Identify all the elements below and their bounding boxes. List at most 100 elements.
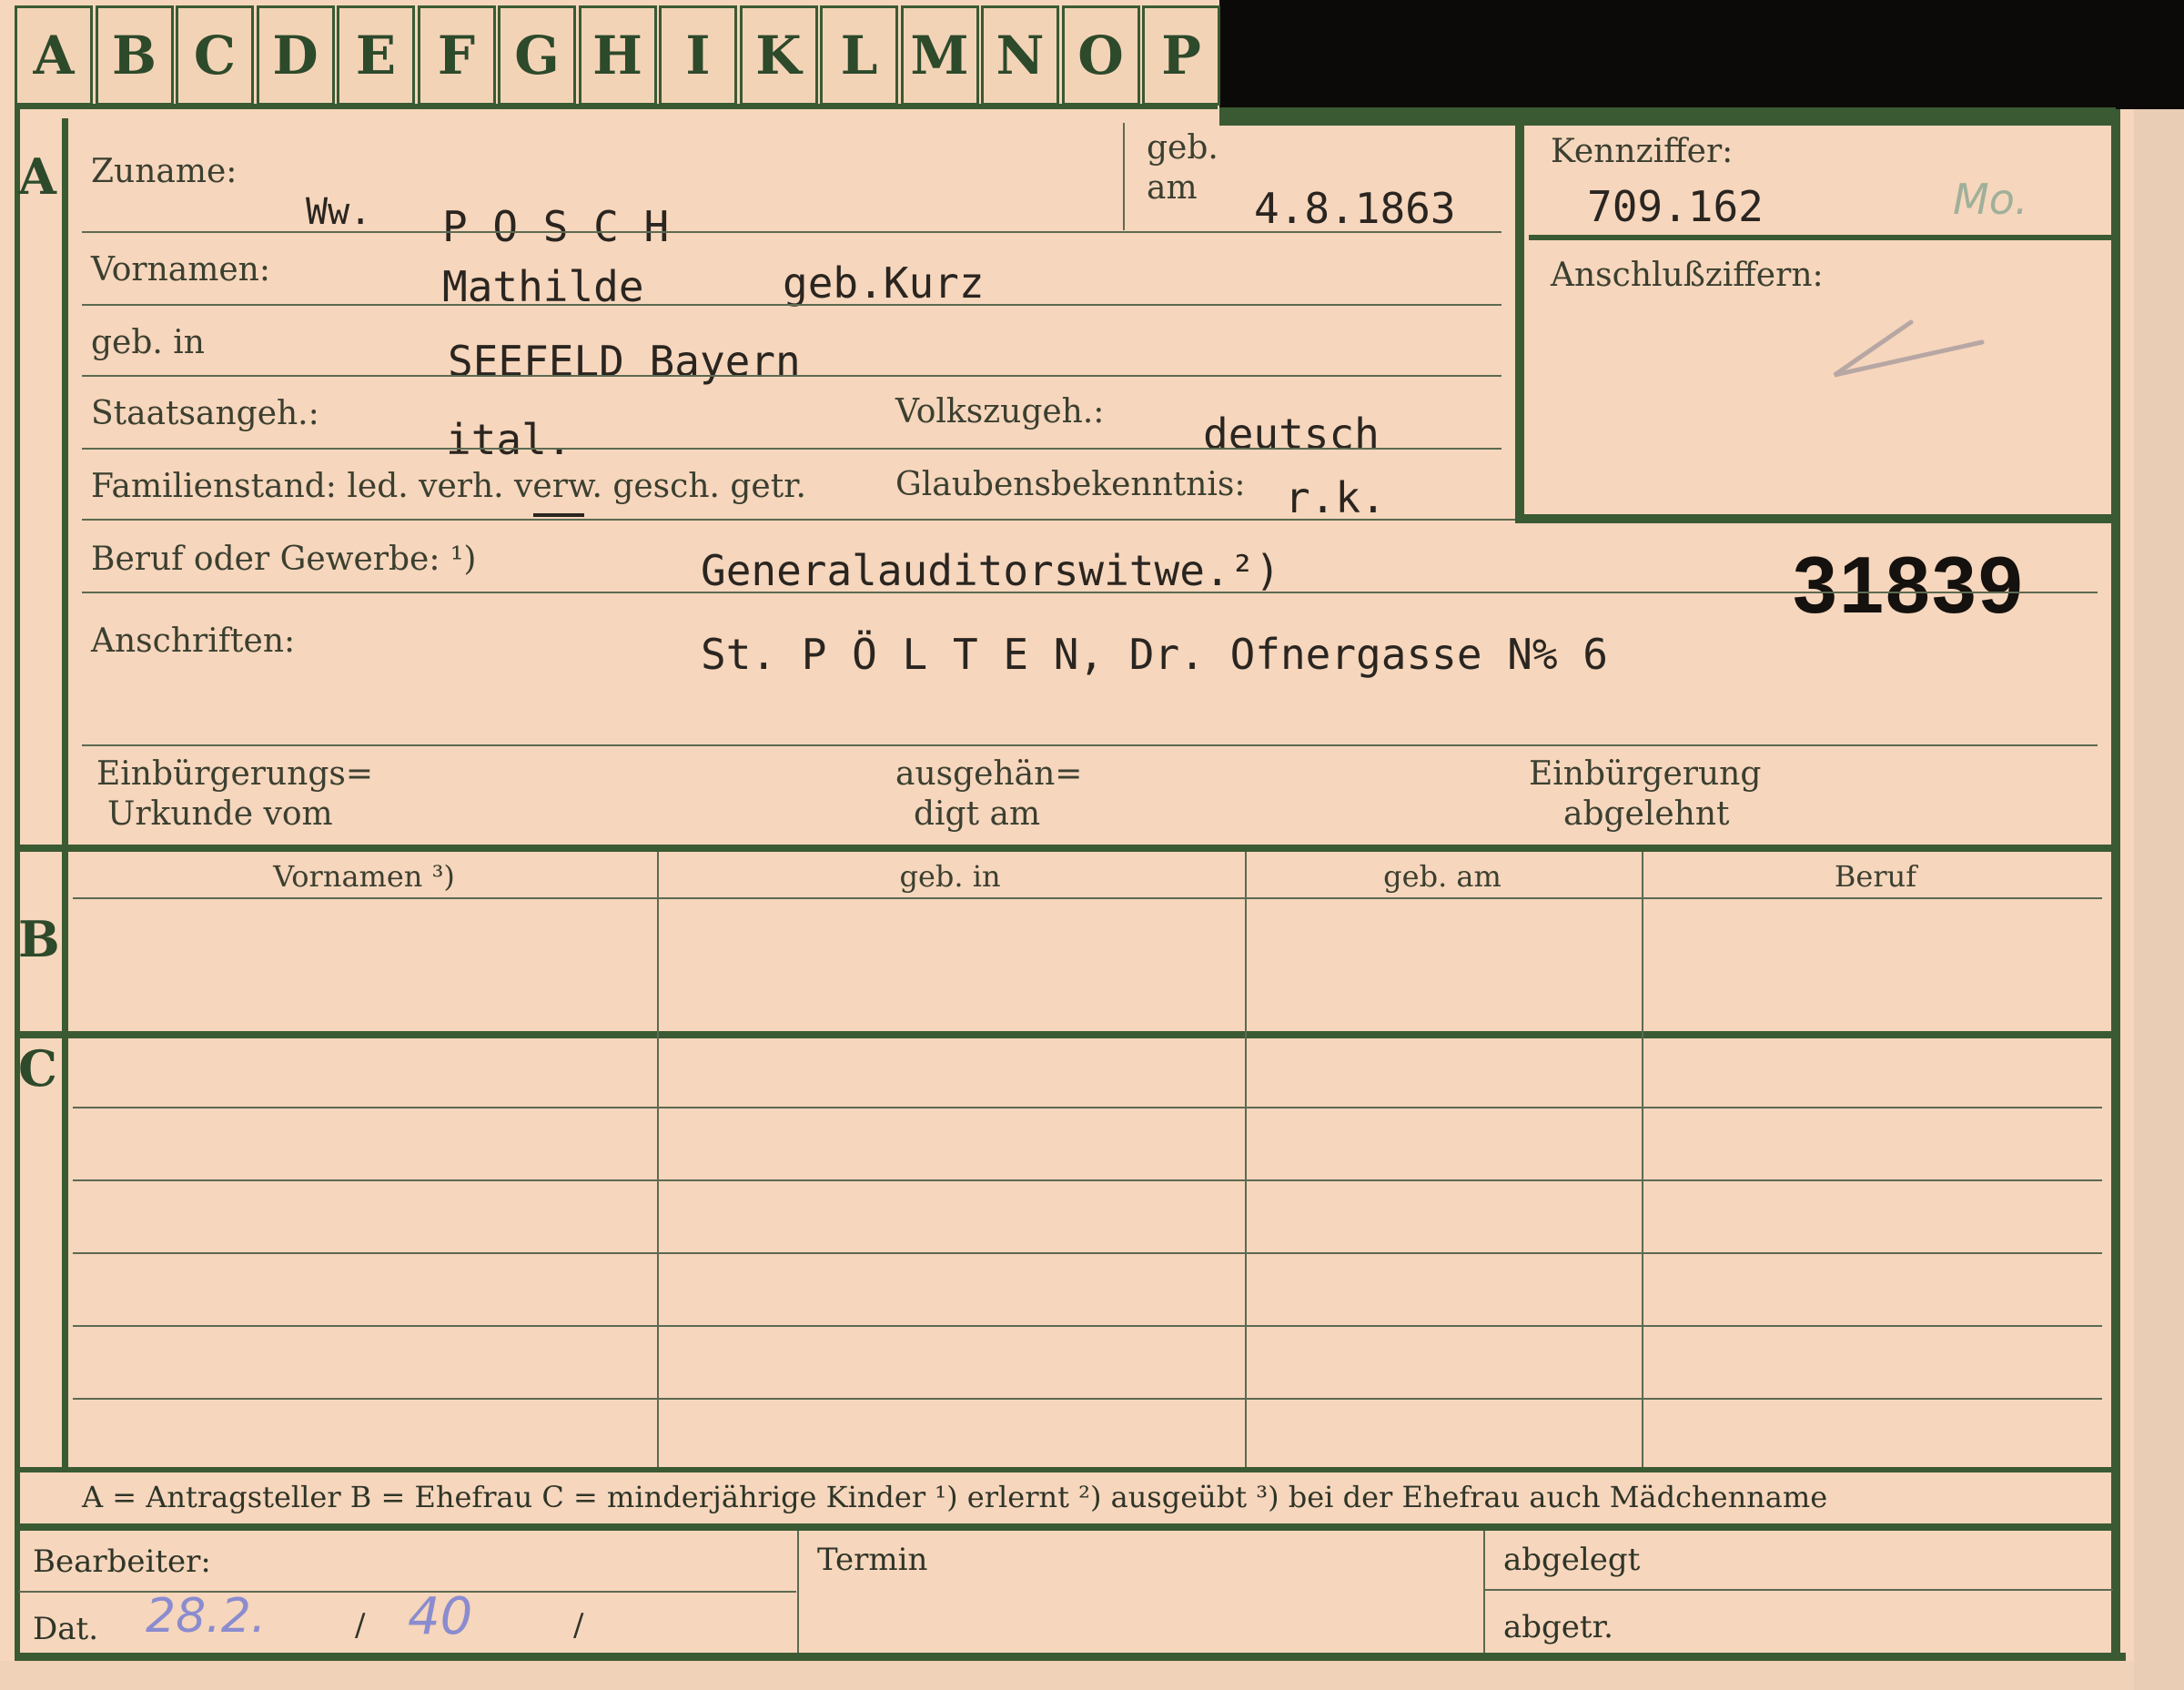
geb-am-divider	[1123, 123, 1125, 230]
ausgehaendigt-label-2: digt am	[914, 795, 1041, 833]
index-tab-a: A	[15, 5, 93, 106]
occupation-value: Generalauditorswitwe.²)	[701, 546, 1280, 595]
row-line-2	[73, 1179, 2102, 1181]
section-bc-rule	[62, 852, 68, 1471]
kennziffer-box-left	[1515, 123, 1524, 523]
kennziffer-note: Mo.	[1953, 175, 2028, 224]
widow-abbrev: Ww.	[306, 191, 372, 233]
zuname-label: Zuname:	[91, 153, 238, 190]
line-anschriften	[82, 744, 2098, 746]
frame-left	[15, 109, 20, 1656]
abgetr-label: abgetr.	[1503, 1609, 1613, 1645]
geb-am-label-1: geb.	[1147, 129, 1218, 167]
abgelehnt-label-1: Einbürgerung	[1529, 755, 1762, 793]
line-staatsangeh	[82, 448, 1502, 450]
registration-card: ABCDEFGHIKLMNOP A B C Zuname: Ww. P O S …	[0, 0, 2184, 1690]
section-a-letter: A	[18, 147, 56, 206]
birthplace-value: SEEFELD Bayern	[448, 337, 801, 386]
card-background-corner	[1219, 0, 2184, 109]
index-tab-e: E	[337, 5, 415, 106]
line-beruf	[82, 592, 2098, 593]
row-line-3	[73, 1252, 2102, 1254]
index-tab-l: L	[820, 5, 898, 106]
kennziffer-value: 709.162	[1587, 182, 1764, 231]
card-right-edge	[2134, 109, 2184, 1690]
tab-divider	[15, 104, 1218, 109]
surname-value: P O S C H	[442, 202, 670, 251]
index-tab-p: P	[1142, 5, 1220, 106]
line-familienstand	[82, 519, 1515, 521]
col-line-2	[1245, 852, 1247, 1471]
section-ab-divider	[15, 845, 2117, 852]
line-zuname	[82, 231, 1502, 233]
index-tab-m: M	[900, 5, 979, 106]
familienstand-label: Familienstand: led. verh. verw. gesch. g…	[91, 468, 806, 505]
ethnicity-value: deutsch	[1203, 410, 1380, 459]
geb-in-label: geb. in	[91, 324, 205, 361]
index-tab-k: K	[739, 5, 818, 106]
kennziffer-label: Kennziffer:	[1551, 133, 1734, 170]
anschlussziffern-label: Anschlußziffern:	[1551, 257, 1824, 294]
urkunde-label-1: Einbürgerungs=	[96, 755, 374, 793]
ausgehaendigt-label-1: ausgehän=	[895, 755, 1083, 793]
legend-top-line	[15, 1467, 2117, 1472]
col-header-geb-am: geb. am	[1383, 859, 1502, 894]
col-line-3	[1642, 852, 1643, 1471]
index-tab-h: H	[578, 5, 657, 106]
abgelegt-line	[1485, 1589, 2113, 1591]
staatsangeh-label: Staatsangeh.:	[91, 395, 319, 432]
index-tab-b: B	[95, 5, 174, 106]
vornamen-label: Vornamen:	[91, 251, 270, 288]
geb-am-label-2: am	[1147, 169, 1198, 207]
date-slash-1: /	[355, 1607, 366, 1644]
kennziffer-divider	[1529, 235, 2111, 240]
abgelehnt-label-2: abgelehnt	[1563, 795, 1730, 833]
index-tab-c: C	[176, 5, 254, 106]
row-line-1	[73, 1107, 2102, 1108]
legend-bottom-line	[15, 1523, 2117, 1531]
bearbeiter-label: Bearbeiter:	[33, 1543, 211, 1580]
checkmark-pencil	[1833, 319, 1985, 378]
kennziffer-box-bottom	[1515, 514, 2116, 523]
abgelegt-label: abgelegt	[1503, 1542, 1641, 1578]
section-c-letter: C	[18, 1039, 57, 1098]
section-b-letter: B	[18, 910, 60, 968]
col-header-geb-in: geb. in	[899, 859, 1001, 894]
date-year-handwritten: 40	[408, 1587, 473, 1646]
legend-text: A = Antragsteller B = Ehefrau C = minder…	[82, 1480, 1828, 1514]
col-header-beruf: Beruf	[1834, 859, 1917, 894]
index-tab-i: I	[659, 5, 737, 106]
glaubensbekenntnis-label: Glaubensbekenntnis:	[895, 466, 1246, 503]
line-vornamen	[82, 304, 1502, 306]
index-tab-g: G	[498, 5, 576, 106]
date-slash-2: /	[573, 1607, 584, 1644]
index-tab-f: F	[417, 5, 496, 106]
citizenship-value: ital.	[446, 415, 572, 464]
col-header-vornamen: Vornamen ³)	[273, 859, 455, 894]
index-tab-o: O	[1061, 5, 1140, 106]
beruf-label: Beruf oder Gewerbe: ¹)	[91, 541, 477, 578]
col-line-1	[657, 852, 659, 1471]
row-line-5	[73, 1398, 2102, 1400]
religion-value: r.k.	[1285, 473, 1386, 522]
termin-label: Termin	[817, 1542, 928, 1578]
row-line-4	[73, 1325, 2102, 1327]
termin-divider	[797, 1531, 799, 1658]
volkszugeh-label: Volkszugeh.:	[895, 393, 1105, 430]
section-bc-divider	[15, 1031, 2117, 1038]
address-value: St. P Ö L T E N, Dr. Ofnergasse N% 6	[701, 630, 1608, 679]
card-bottom-edge	[0, 1661, 2134, 1690]
table-header-line	[73, 897, 2102, 899]
index-tab-d: D	[256, 5, 335, 106]
maiden-name-value: geb.Kurz	[783, 258, 985, 308]
section-a-rule	[62, 118, 68, 846]
top-right-bar	[1219, 107, 2116, 126]
urkunde-label-2: Urkunde vom	[107, 795, 333, 833]
abgelegt-divider	[1483, 1531, 1485, 1658]
frame-right	[2111, 109, 2120, 1656]
line-geb-in	[82, 375, 1502, 377]
file-number-stamp: 31839	[1793, 540, 2025, 630]
anschriften-label: Anschriften:	[91, 622, 296, 660]
index-tab-n: N	[981, 5, 1059, 106]
birth-date-value: 4.8.1863	[1254, 184, 1456, 233]
